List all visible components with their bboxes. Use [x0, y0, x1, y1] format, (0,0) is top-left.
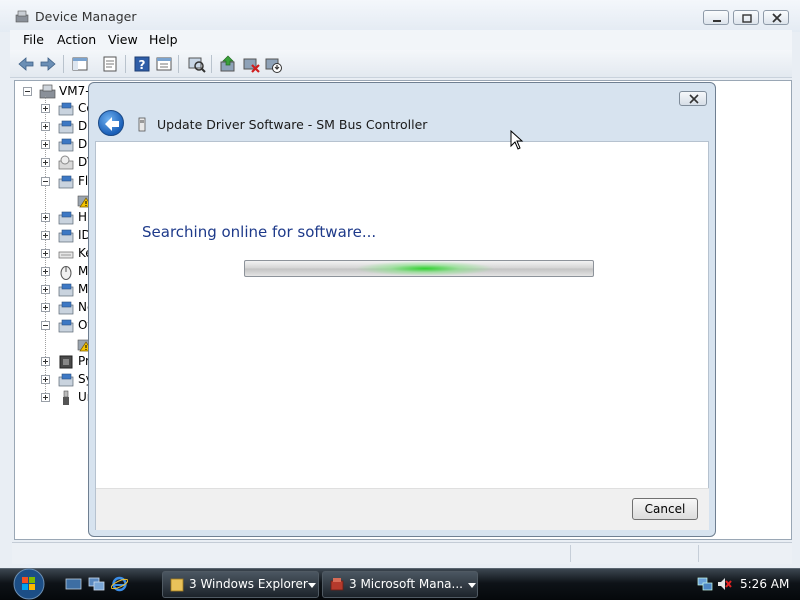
dialog-back-button[interactable] — [98, 110, 124, 136]
close-button[interactable] — [763, 10, 789, 25]
expand-expander[interactable] — [41, 104, 50, 113]
view-resources-icon[interactable] — [154, 54, 174, 74]
taskbar-windows-explorer[interactable]: 3 Windows Explorer — [162, 571, 319, 598]
close-icon — [772, 13, 782, 23]
management-console-icon — [330, 578, 344, 591]
internet-explorer-icon[interactable] — [111, 576, 128, 592]
maximize-button[interactable] — [733, 10, 759, 25]
disable-device-icon[interactable] — [263, 54, 283, 74]
restore-icon — [742, 14, 752, 23]
expand-expander[interactable] — [41, 122, 50, 131]
close-icon — [689, 94, 699, 104]
update-driver-dialog: Update Driver Software - SM Bus Controll… — [88, 82, 716, 537]
computer-icon — [58, 102, 74, 116]
progress-glow — [355, 261, 495, 276]
svg-text:?: ? — [139, 58, 146, 72]
menu-view[interactable]: View — [108, 32, 138, 47]
back-arrow-icon — [105, 117, 119, 131]
uninstall-device-icon[interactable] — [241, 54, 261, 74]
status-separator — [570, 545, 571, 562]
search-status-text: Searching online for software... — [142, 223, 377, 241]
help-icon[interactable]: ? — [132, 54, 152, 74]
taskbar-explorer-label: 3 Windows Explorer — [189, 577, 308, 591]
menu-file[interactable]: File — [23, 32, 44, 47]
scan-hardware-icon[interactable] — [186, 54, 206, 74]
dialog-title: Update Driver Software - SM Bus Controll… — [157, 117, 428, 132]
expand-expander[interactable] — [41, 375, 50, 384]
expand-expander[interactable] — [41, 393, 50, 402]
minimize-icon — [713, 20, 721, 22]
collapse-expander[interactable] — [41, 321, 50, 330]
chevron-down-icon — [468, 583, 476, 588]
menu-action[interactable]: Action — [57, 32, 96, 47]
dialog-content: Searching online for software... — [95, 141, 709, 530]
taskbar-microsoft-label: 3 Microsoft Mana... — [349, 577, 463, 591]
menu-help[interactable]: Help — [149, 32, 178, 47]
expand-expander[interactable] — [41, 285, 50, 294]
expand-expander[interactable] — [41, 267, 50, 276]
chevron-down-icon — [308, 583, 316, 588]
expand-expander[interactable] — [41, 249, 50, 258]
update-driver-icon[interactable] — [218, 54, 238, 74]
collapse-expander[interactable] — [41, 177, 50, 186]
other-devices-icon — [58, 319, 74, 333]
network-tray-icon[interactable] — [697, 576, 713, 592]
back-arrow-icon[interactable] — [16, 54, 36, 74]
expand-expander[interactable] — [41, 213, 50, 222]
usb-controller-icon — [63, 390, 69, 405]
tree-item-label: M — [78, 264, 89, 278]
toolbar-separator — [125, 55, 126, 73]
system-devices-icon — [58, 373, 74, 387]
dialog-close-button[interactable] — [679, 91, 707, 106]
mouse-cursor-icon — [510, 130, 524, 150]
window-title: Device Manager — [35, 9, 137, 24]
tree-item-label: Fl — [78, 174, 89, 188]
processor-icon — [59, 355, 73, 369]
taskbar-clock[interactable]: 5:26 AM — [740, 577, 789, 591]
switch-windows-icon[interactable] — [88, 576, 105, 592]
start-button-icon[interactable] — [8, 568, 50, 600]
forward-arrow-icon[interactable] — [38, 54, 58, 74]
status-bar — [12, 542, 792, 564]
search-progress-bar — [244, 260, 594, 277]
keyboard-icon — [58, 251, 74, 259]
volume-muted-icon[interactable] — [716, 576, 732, 592]
network-adapter-icon — [58, 301, 74, 315]
expand-expander[interactable] — [41, 303, 50, 312]
toolbar-separator — [178, 55, 179, 73]
expand-expander[interactable] — [41, 158, 50, 167]
properties-icon[interactable] — [100, 54, 120, 74]
menu-bar: File Action View Help — [10, 30, 792, 50]
expand-expander[interactable] — [41, 140, 50, 149]
toolbar-separator — [63, 55, 64, 73]
monitor-icon — [58, 283, 74, 297]
ide-controller-icon — [58, 229, 74, 243]
device-manager-icon — [15, 10, 29, 23]
expand-expander[interactable] — [41, 231, 50, 240]
dialog-footer — [96, 488, 709, 530]
show-hide-tree-icon[interactable] — [70, 54, 90, 74]
mouse-icon — [60, 266, 72, 280]
minimize-button[interactable] — [703, 10, 729, 25]
hid-icon — [58, 211, 74, 225]
expand-expander[interactable] — [41, 357, 50, 366]
tree-item-label: M — [78, 282, 89, 296]
floppy-controller-icon — [58, 175, 74, 189]
show-desktop-icon[interactable] — [65, 576, 82, 592]
computer-icon — [39, 84, 56, 99]
folder-icon — [170, 578, 184, 592]
status-separator — [698, 545, 699, 562]
tree-root-label: VM7- — [59, 84, 90, 98]
cancel-button[interactable]: Cancel — [632, 498, 698, 520]
title-bar[interactable]: Device Manager — [0, 0, 800, 32]
disk-drive-icon — [58, 120, 74, 134]
taskbar-microsoft-management[interactable]: 3 Microsoft Mana... — [322, 571, 478, 598]
toolbar: ? — [10, 50, 792, 78]
collapse-expander[interactable] — [23, 87, 32, 96]
dvd-drive-icon — [58, 155, 74, 170]
toolbar-separator — [211, 55, 212, 73]
display-adapter-icon — [58, 138, 74, 152]
sm-bus-device-icon — [138, 117, 146, 132]
